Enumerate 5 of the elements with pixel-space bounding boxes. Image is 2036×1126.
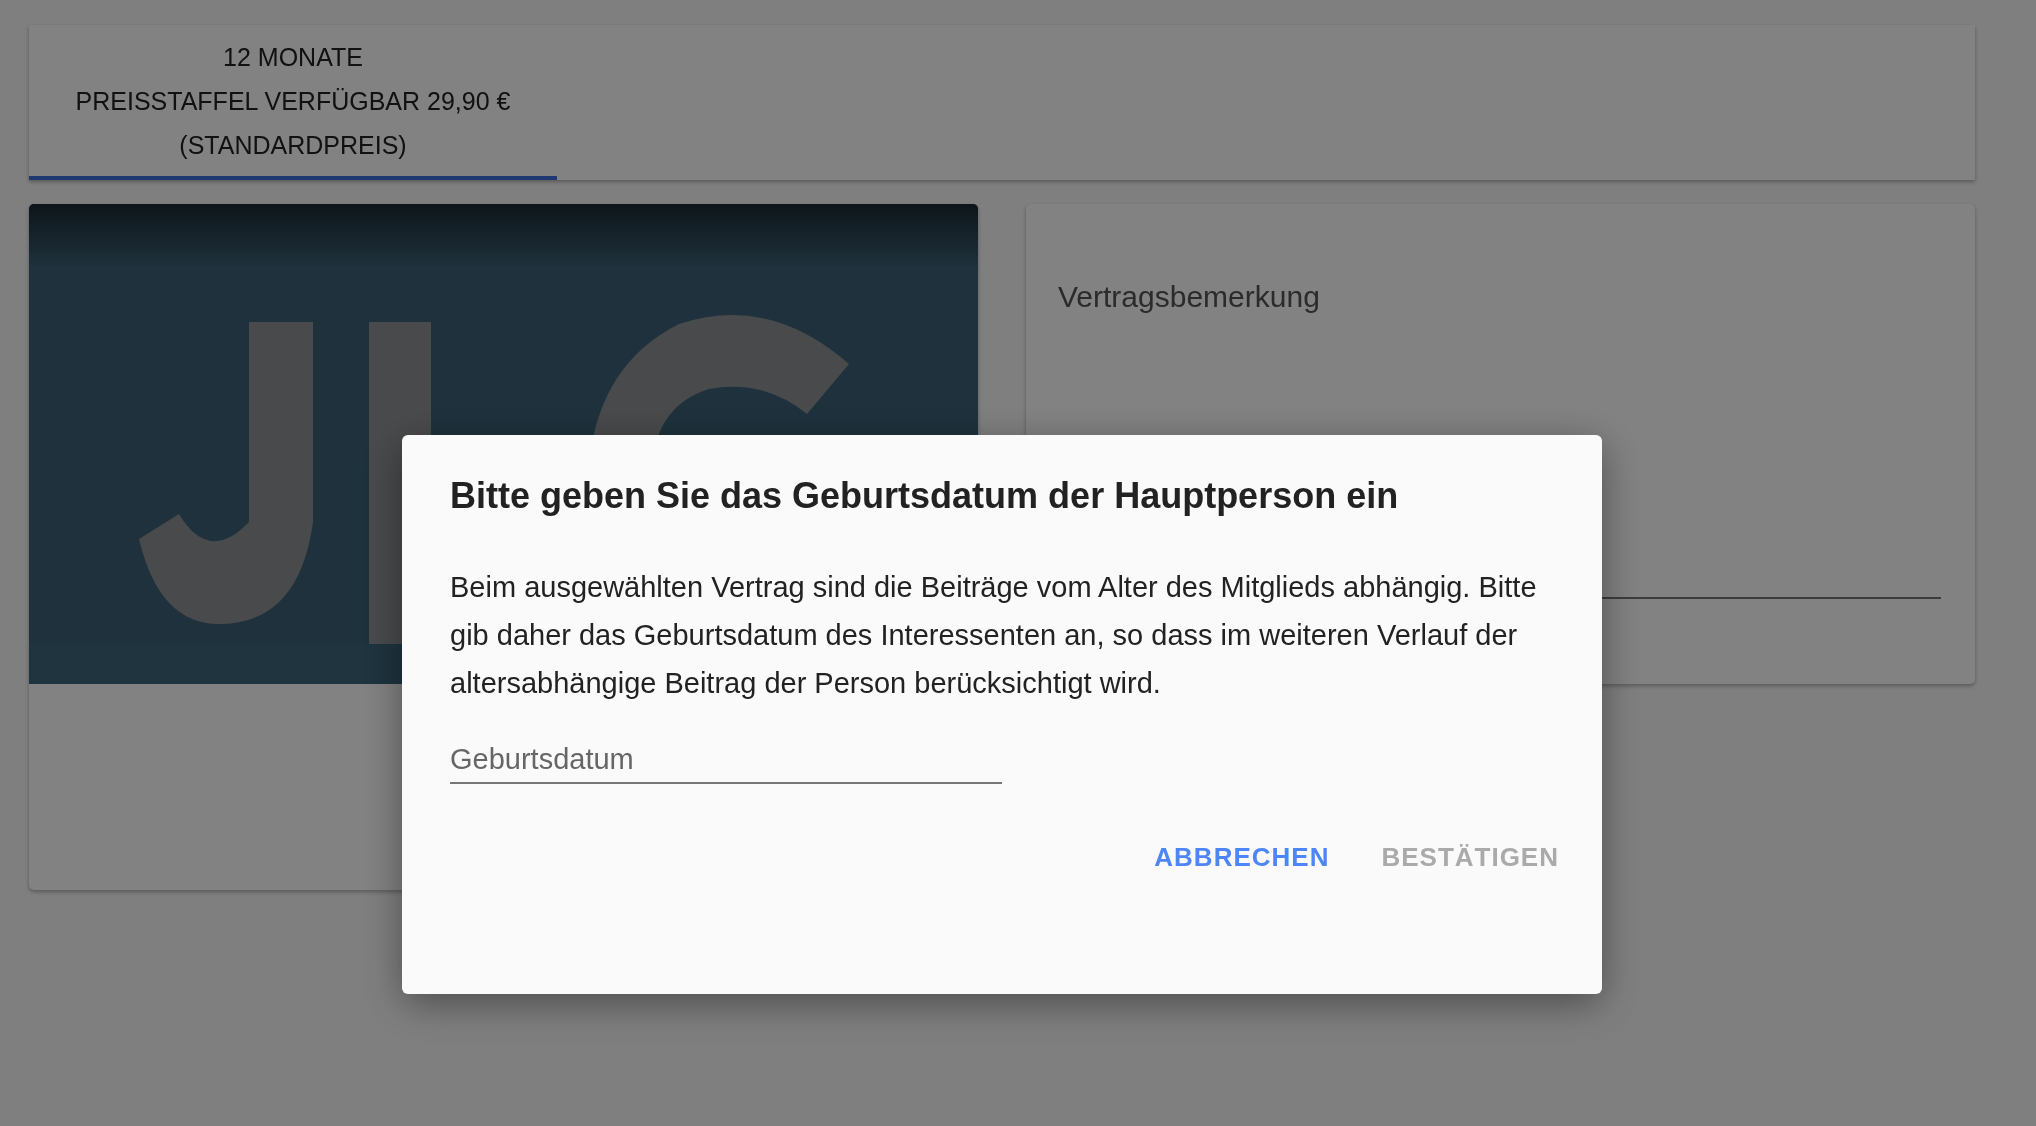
tab[interactable]: 12 MONATE PREISSTAFFEL VERFÜGBAR 29,90 € (STANDARDPREIS) bbox=[29, 25, 557, 180]
dialog-button[interactable]: ABBRECHEN bbox=[1144, 838, 1340, 877]
dialog-text: Beim ausgewählten Vertrag sind die Beiträge vom Alter des Mitglieds abhängig. Bitte gib daher das Geburtsdatum des Interessenten an, so dass im weiteren Verlauf der altersabhängige Beitrag der Person berücksichtigt wird. bbox=[450, 570, 1538, 701]
dialog-title: Bitte geben Sie das Geburtsdatum der Hauptperson ein bbox=[450, 475, 1400, 517]
date-field[interactable]: Geburtsdatum bbox=[450, 737, 1002, 784]
